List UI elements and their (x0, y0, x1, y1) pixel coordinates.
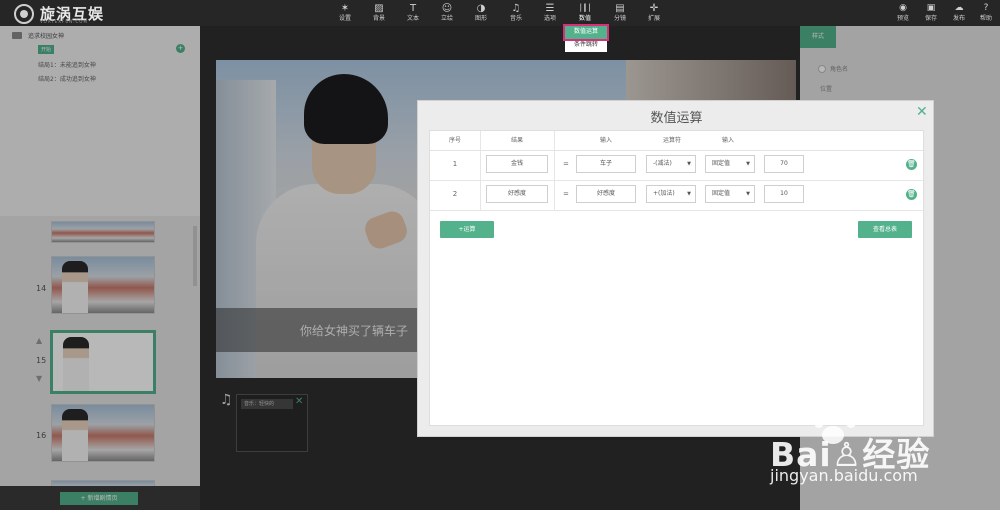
watermark: Bai♙经验 jingyan.baidu.com (770, 408, 1000, 508)
music-icon: ♫ (511, 3, 521, 14)
logo-subtext: VORTEXFUN.COM (40, 19, 88, 24)
values-dropdown: 数值运算 条件跳转 (563, 24, 609, 52)
toolbar-portrait[interactable]: ☺ 立绘 (434, 3, 460, 23)
header-operator: 运算符 (662, 137, 681, 144)
toolbar-values[interactable]: │┃│ 数值 (572, 3, 598, 23)
save-button[interactable]: ▣ 保存 (920, 3, 942, 23)
publish-button[interactable]: ☁ 发布 (948, 3, 970, 23)
row-index: 2 (452, 190, 458, 198)
view-summary-button[interactable]: 查看总表 (858, 221, 912, 238)
input-field[interactable]: 车子 (576, 155, 636, 173)
dialog-title: 数值运算 (650, 111, 703, 126)
row-index: 1 (452, 160, 458, 168)
logo: 旋涡互娱 VORTEXFUN.COM (14, 3, 104, 25)
operator-select[interactable]: -(减法) ▼ (646, 155, 696, 173)
eye-icon: ◉ (899, 3, 907, 13)
help-button[interactable]: ? 帮助 (975, 3, 997, 23)
cloud-icon: ☁ (954, 3, 964, 13)
portrait-icon: ☺ (441, 3, 453, 14)
toolbar-music[interactable]: ♫ 音乐 (503, 3, 529, 23)
gear-icon: ✶ (340, 3, 350, 14)
result-field[interactable]: 好感度 (486, 185, 548, 203)
toolbar-storyboard[interactable]: ▤ 分镜 (607, 3, 633, 23)
operator-select[interactable]: +(加法) ▼ (646, 185, 696, 203)
close-icon[interactable]: ✕ (916, 104, 928, 120)
value-field[interactable]: 70 (764, 155, 804, 173)
value-field[interactable]: 10 (764, 185, 804, 203)
logo-icon (14, 4, 34, 24)
equals-sign: = (563, 160, 569, 168)
header-result: 结果 (510, 137, 523, 144)
app-window: 旋涡互娱 VORTEXFUN.COM ✶ 设置 ▨ 背景 T 文本 ☺ 立绘 ◑… (0, 0, 1000, 510)
help-icon: ? (983, 3, 989, 13)
result-field[interactable]: 金钱 (486, 155, 548, 173)
watermark-url: jingyan.baidu.com (770, 466, 918, 485)
text-icon: T (409, 3, 417, 14)
header-input-2: 输入 (721, 137, 734, 144)
film-icon: ▤ (615, 3, 625, 14)
caret-down-icon: ▼ (687, 161, 691, 167)
header-input: 输入 (599, 137, 612, 144)
caret-down-icon: ▼ (746, 191, 750, 197)
preview-button[interactable]: ◉ 预览 (892, 3, 914, 23)
value-type-select[interactable]: 固定值 ▼ (705, 185, 755, 203)
trash-icon[interactable]: 🗑 (906, 159, 917, 170)
toolbar-text[interactable]: T 文本 (400, 3, 426, 23)
toolbar-background[interactable]: ▨ 背景 (366, 3, 392, 23)
menu-item-conditional-jump[interactable]: 条件跳转 (565, 39, 607, 52)
save-icon: ▣ (926, 3, 936, 13)
toolbar-options[interactable]: ☰ 选项 (537, 3, 563, 23)
list-icon: ☰ (545, 3, 555, 14)
caret-down-icon: ▼ (746, 161, 750, 167)
toolbar-extend[interactable]: ✛ 扩展 (641, 3, 667, 23)
caret-down-icon: ▼ (687, 191, 691, 197)
input-field[interactable]: 好感度 (576, 185, 636, 203)
value-type-select[interactable]: 固定值 ▼ (705, 155, 755, 173)
header-index: 序号 (448, 137, 461, 144)
image-icon: ▨ (374, 3, 384, 14)
operation-table: 序号 结果 输入 运算符 输入 1 金钱 = 车子 -(减法) ▼ 固定值 ▼ 70… (429, 130, 925, 426)
equals-sign: = (563, 190, 569, 198)
plus-icon: ✛ (649, 3, 659, 14)
bar-chart-icon: │┃│ (578, 4, 592, 12)
value-operation-dialog: 数值运算 ✕ 序号 结果 输入 运算符 输入 1 金钱 = 车子 -(减法) ▼ … (417, 100, 934, 437)
top-toolbar: 旋涡互娱 VORTEXFUN.COM ✶ 设置 ▨ 背景 T 文本 ☺ 立绘 ◑… (0, 0, 1000, 26)
shape-icon: ◑ (476, 3, 486, 14)
menu-item-value-operation[interactable]: 数值运算 (563, 24, 609, 41)
toolbar-shape[interactable]: ◑ 图形 (468, 3, 494, 23)
trash-icon[interactable]: 🗑 (906, 189, 917, 200)
add-operation-button[interactable]: +运算 (440, 221, 494, 238)
toolbar-settings[interactable]: ✶ 设置 (332, 3, 358, 23)
